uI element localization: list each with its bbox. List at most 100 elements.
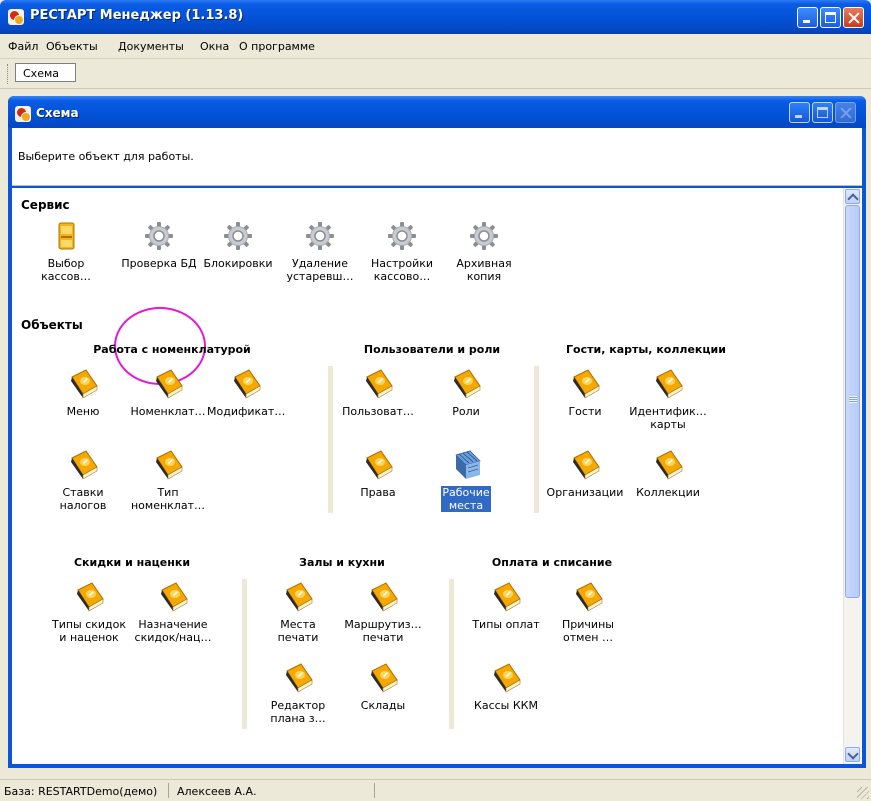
maximize-icon bbox=[817, 107, 828, 118]
resize-grip[interactable] bbox=[857, 787, 869, 799]
scroll-thumb[interactable] bbox=[845, 205, 860, 598]
scroll-down-button[interactable] bbox=[845, 747, 860, 762]
scheme-window-icon[interactable] bbox=[15, 106, 31, 122]
minimize-icon bbox=[795, 115, 802, 118]
toolbar: Схема bbox=[0, 59, 871, 89]
book-icon bbox=[569, 449, 601, 481]
item-tax-rates[interactable]: Ставки налогов bbox=[43, 449, 123, 512]
service-item-locks[interactable]: Блокировки bbox=[198, 220, 278, 270]
book-icon bbox=[362, 368, 394, 400]
book-icon bbox=[362, 449, 394, 481]
chevron-down-icon bbox=[847, 748, 859, 760]
item-users[interactable]: Пользоват… bbox=[338, 368, 418, 418]
book-icon bbox=[572, 581, 604, 613]
minimize-icon bbox=[803, 20, 810, 23]
item-hall-plan-editor[interactable]: Редактор плана з… bbox=[258, 662, 338, 725]
subgroup-nomenclature-title: Работа с номенклатурой bbox=[93, 343, 251, 356]
minimize-button[interactable] bbox=[797, 7, 818, 28]
objects-group-title: Объекты bbox=[21, 318, 83, 332]
subgroup-payments-title: Оплата и списание bbox=[491, 556, 613, 569]
item-discount-assignment[interactable]: Назначение скидок/нац… bbox=[133, 581, 213, 644]
scheme-window-title: Схема bbox=[36, 106, 79, 120]
book-icon bbox=[652, 449, 684, 481]
service-item-cash-settings[interactable]: Настройки кассово… bbox=[362, 220, 442, 283]
menu-file[interactable]: Файл bbox=[8, 40, 38, 53]
group-separator bbox=[328, 366, 333, 513]
scheme-window-title-bar: Схема bbox=[8, 96, 866, 128]
gear-icon bbox=[143, 220, 175, 252]
subgroup-discounts-title: Скидки и наценки bbox=[73, 556, 191, 569]
item-collections[interactable]: Коллекции bbox=[628, 449, 708, 499]
vertical-scrollbar[interactable] bbox=[843, 188, 861, 764]
gear-icon bbox=[304, 220, 336, 252]
gear-icon bbox=[222, 220, 254, 252]
item-menu[interactable]: Меню bbox=[43, 368, 123, 418]
service-item-cash-register[interactable]: Выбор кассов… bbox=[26, 220, 106, 283]
group-separator bbox=[449, 579, 454, 729]
book-icon bbox=[152, 368, 184, 400]
item-rights[interactable]: Права bbox=[338, 449, 418, 499]
child-maximize-button[interactable] bbox=[812, 102, 833, 123]
item-nomenclature-type[interactable]: Тип номенклат… bbox=[128, 449, 208, 512]
service-item-remove-outdated[interactable]: Удаление устаревш… bbox=[280, 220, 360, 283]
gear-icon bbox=[386, 220, 418, 252]
book-icon bbox=[450, 368, 482, 400]
item-organizations[interactable]: Организации bbox=[545, 449, 625, 499]
chevron-up-icon bbox=[847, 193, 859, 205]
menu-windows[interactable]: Окна bbox=[200, 40, 229, 53]
status-bar: База: RESTARTDemo(демо) Алексеев А.А. bbox=[0, 779, 871, 801]
menu-bar: Файл Объекты Документы Окна О программе bbox=[0, 34, 871, 59]
book-icon bbox=[490, 581, 522, 613]
item-print-places[interactable]: Места печати bbox=[258, 581, 338, 644]
book-icon bbox=[152, 449, 184, 481]
toolbar-grip[interactable] bbox=[7, 64, 11, 84]
menu-documents[interactable]: Документы bbox=[118, 40, 184, 53]
close-button[interactable] bbox=[843, 7, 864, 28]
group-separator bbox=[534, 366, 539, 513]
book-icon bbox=[67, 449, 99, 481]
maximize-button[interactable] bbox=[820, 7, 841, 28]
subgroup-users-title: Пользователи и роли bbox=[363, 343, 501, 356]
item-kkm-registers[interactable]: Кассы ККМ bbox=[466, 662, 546, 712]
item-discount-types[interactable]: Типы скидок и наценок bbox=[49, 581, 129, 644]
hint-text: Выберите объект для работы. bbox=[18, 150, 194, 163]
item-roles[interactable]: Роли bbox=[426, 368, 506, 418]
status-user: Алексеев А.А. bbox=[177, 785, 257, 798]
status-database: База: RESTARTDemo(демо) bbox=[4, 785, 158, 798]
item-warehouses[interactable]: Склады bbox=[343, 662, 423, 712]
book-icon bbox=[652, 368, 684, 400]
subgroup-halls-title: Залы и кухни bbox=[299, 556, 385, 569]
cash-register-icon bbox=[50, 220, 82, 252]
menu-objects[interactable]: Объекты bbox=[46, 40, 98, 53]
item-print-routing[interactable]: Маршрутиз… печати bbox=[343, 581, 423, 644]
item-nomenclature[interactable]: Номенклат… bbox=[128, 368, 208, 418]
app-logo-icon[interactable] bbox=[8, 9, 24, 25]
gear-icon bbox=[468, 220, 500, 252]
item-workstations[interactable]: Рабочие места bbox=[426, 449, 506, 512]
title-bar: РЕСТАРТ Менеджер (1.13.8) bbox=[0, 0, 871, 34]
hint-panel: Выберите объект для работы. bbox=[12, 128, 862, 186]
item-cancel-reasons[interactable]: Причины отмен … bbox=[548, 581, 628, 644]
maximize-icon bbox=[825, 12, 836, 23]
item-guests[interactable]: Гости bbox=[545, 368, 625, 418]
workstation-icon bbox=[450, 449, 482, 481]
book-icon bbox=[67, 368, 99, 400]
group-separator bbox=[242, 579, 247, 729]
menu-about[interactable]: О программе bbox=[239, 40, 315, 53]
book-icon bbox=[569, 368, 601, 400]
item-payment-types[interactable]: Типы оплат bbox=[466, 581, 546, 631]
service-item-archive-copy[interactable]: Архивная копия bbox=[444, 220, 524, 283]
child-close-button[interactable] bbox=[835, 102, 856, 123]
child-minimize-button[interactable] bbox=[789, 102, 810, 123]
service-item-db-check[interactable]: Проверка БД bbox=[119, 220, 199, 270]
subgroup-guests-title: Гости, карты, коллекции bbox=[566, 343, 726, 356]
service-group-title: Сервис bbox=[21, 198, 70, 212]
scroll-up-button[interactable] bbox=[845, 189, 860, 205]
item-modifiers[interactable]: Модификат… bbox=[206, 368, 286, 418]
book-icon bbox=[367, 662, 399, 694]
item-card-ids[interactable]: Идентифик… карты bbox=[628, 368, 708, 431]
book-icon bbox=[282, 662, 314, 694]
scheme-window: Схема Выберите объект для работы. Сервис… bbox=[8, 96, 866, 768]
scheme-tab-button[interactable]: Схема bbox=[15, 63, 76, 82]
scheme-content: Сервис Выбор кассов… Проверка БД Блокиро… bbox=[12, 188, 862, 764]
